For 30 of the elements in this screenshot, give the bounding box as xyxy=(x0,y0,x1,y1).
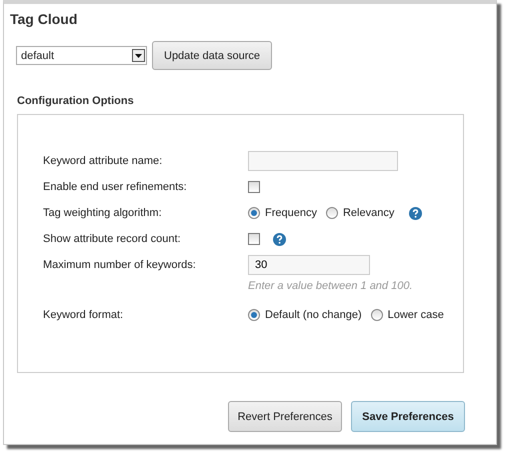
option-label: Keyword attribute name: xyxy=(43,154,164,169)
option-label: Show attribute record count: xyxy=(43,232,182,247)
option-label: Keyword format: xyxy=(43,308,124,323)
radio-option[interactable]: Relevancy xyxy=(326,207,394,219)
text-field[interactable]: 30 xyxy=(248,255,370,275)
option-label: Enable end user refinements: xyxy=(43,180,188,195)
radio-button[interactable] xyxy=(326,207,338,219)
radio-button[interactable] xyxy=(370,309,383,321)
data-source-dropdown[interactable]: default xyxy=(16,46,147,65)
update-button[interactable]: Update data source xyxy=(152,41,272,70)
text-field[interactable] xyxy=(248,151,398,171)
hint-text: Enter a value between 1 and 100. xyxy=(248,280,414,292)
radio-label: Relevancy xyxy=(342,207,394,219)
help-icon[interactable] xyxy=(409,206,422,220)
checkbox[interactable] xyxy=(248,233,260,245)
option-label: Tag weighting algorithm: xyxy=(43,206,163,221)
radio-label: Frequency xyxy=(265,207,317,219)
revert-button[interactable]: Revert Preferences xyxy=(228,401,342,432)
radio-button[interactable] xyxy=(248,207,260,219)
section-heading: Configuration Options xyxy=(17,95,135,107)
radio-label: Lower case xyxy=(388,309,444,321)
save-button[interactable]: Save Preferences xyxy=(351,401,465,432)
radio-option[interactable]: Frequency xyxy=(248,207,317,219)
option-label: Maximum number of keywords: xyxy=(43,258,197,273)
panel-title: Tag Cloud xyxy=(10,11,78,27)
radio-button[interactable] xyxy=(248,309,260,321)
checkbox[interactable] xyxy=(248,181,260,193)
help-icon[interactable] xyxy=(273,232,286,246)
caret-icon xyxy=(132,49,145,62)
radio-option[interactable]: Lower case xyxy=(370,309,444,321)
